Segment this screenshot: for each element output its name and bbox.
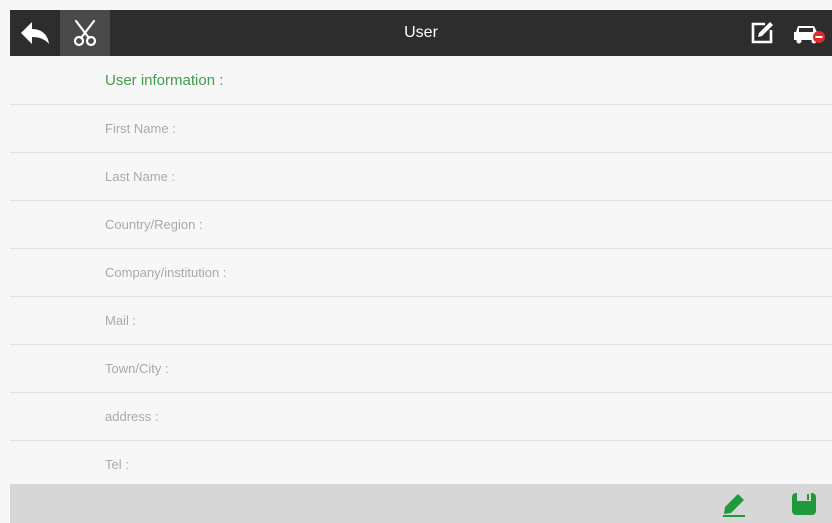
back-arrow-icon xyxy=(21,22,49,44)
company-institution-field[interactable]: Company/institution : xyxy=(10,249,832,297)
top-bar: User xyxy=(10,10,832,56)
user-screen: User User information: First Name: Las… xyxy=(0,0,832,523)
section-title: User information : xyxy=(10,57,832,105)
user-info-form: User information : First Name : Last Nam… xyxy=(10,57,832,489)
town-city-field[interactable]: Town/City : xyxy=(10,345,832,393)
vehicle-disconnect-button[interactable] xyxy=(786,10,832,56)
back-button[interactable] xyxy=(10,10,60,56)
pencil-icon xyxy=(723,493,745,517)
bottom-toolbar xyxy=(10,484,832,523)
address-field[interactable]: address : xyxy=(10,393,832,441)
edit-note-icon xyxy=(751,22,773,44)
tel-field[interactable]: Tel : xyxy=(10,441,832,489)
mail-field[interactable]: Mail : xyxy=(10,297,832,345)
page-title: User xyxy=(404,24,438,41)
save-button[interactable] xyxy=(782,484,826,523)
scissors-icon xyxy=(73,19,97,47)
country-region-field[interactable]: Country/Region : xyxy=(10,201,832,249)
first-name-field[interactable]: First Name : xyxy=(10,105,832,153)
car-disconnect-icon xyxy=(794,26,825,44)
edit-pencil-button[interactable] xyxy=(712,484,756,523)
edit-button[interactable] xyxy=(740,10,784,56)
last-name-field[interactable]: Last Name : xyxy=(10,153,832,201)
save-icon xyxy=(792,492,816,515)
cut-button[interactable] xyxy=(60,10,110,56)
